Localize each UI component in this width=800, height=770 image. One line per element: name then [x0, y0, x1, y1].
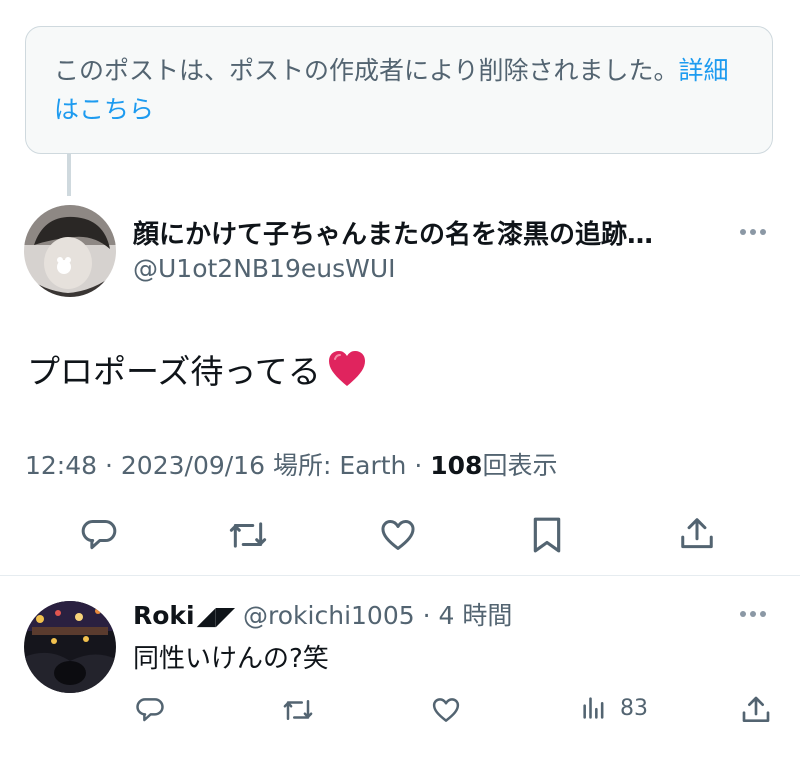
post-time[interactable]: 12:48	[25, 451, 97, 480]
reply-author-avatar[interactable]	[24, 601, 116, 693]
reply-reply-icon[interactable]	[135, 695, 165, 725]
red-heart-emoji-icon	[328, 351, 365, 386]
section-divider	[0, 575, 800, 576]
share-icon[interactable]	[678, 515, 716, 553]
post-metadata: 12:48 · 2023/09/16 場所: Earth · 108回表示	[25, 446, 557, 482]
like-icon[interactable]	[378, 516, 418, 554]
views-count: 108	[430, 451, 483, 480]
meta-separator: ·	[414, 451, 423, 480]
post-text: プロポーズ待ってる	[27, 345, 367, 393]
reply-share-icon[interactable]	[740, 694, 772, 726]
analytics-bar-icon	[583, 697, 604, 719]
reply-author-name[interactable]: Roki	[133, 601, 195, 630]
reply-header: Roki◢◤ @rokichi1005 · 4 時間	[133, 596, 512, 632]
location-label: 場所:	[272, 451, 332, 480]
post-location[interactable]: Earth	[339, 451, 406, 480]
deleted-post-notice: このポストは、ポストの作成者により削除されました。詳細はこちら	[25, 26, 773, 154]
reply-views-count: 83	[620, 695, 648, 721]
author-display-name[interactable]: 顔にかけて子ちゃんまたの名を漆黒の追跡…	[133, 214, 723, 251]
repost-icon[interactable]	[227, 516, 269, 554]
reply-icon[interactable]	[80, 516, 118, 554]
author-handle[interactable]: @U1ot2NB19eusWUI	[133, 254, 396, 283]
reply-author-handle[interactable]: @rokichi1005	[243, 601, 415, 630]
deleted-notice-text: このポストは、ポストの作成者により削除されました。	[54, 56, 679, 85]
reply-name-symbols: ◢◤	[196, 601, 236, 630]
post-text-content: プロポーズ待ってる	[27, 352, 321, 391]
post-date[interactable]: 2023/09/16	[121, 451, 265, 480]
reply-views[interactable]: 83	[580, 694, 648, 722]
meta-separator: ·	[105, 451, 113, 480]
views-label: 回表示	[482, 451, 558, 480]
more-options-icon[interactable]	[740, 224, 770, 240]
reply-repost-icon[interactable]	[281, 695, 315, 725]
reply-text: 同性いけんの?笑	[133, 644, 329, 674]
reply-more-options-icon[interactable]	[740, 606, 770, 622]
reply-separator: ·	[422, 601, 431, 630]
author-avatar[interactable]	[24, 205, 116, 297]
reply-time[interactable]: 4 時間	[439, 601, 513, 630]
bookmark-icon[interactable]	[530, 515, 564, 555]
thread-connector-line	[67, 154, 71, 196]
reply-like-icon[interactable]	[430, 695, 462, 725]
